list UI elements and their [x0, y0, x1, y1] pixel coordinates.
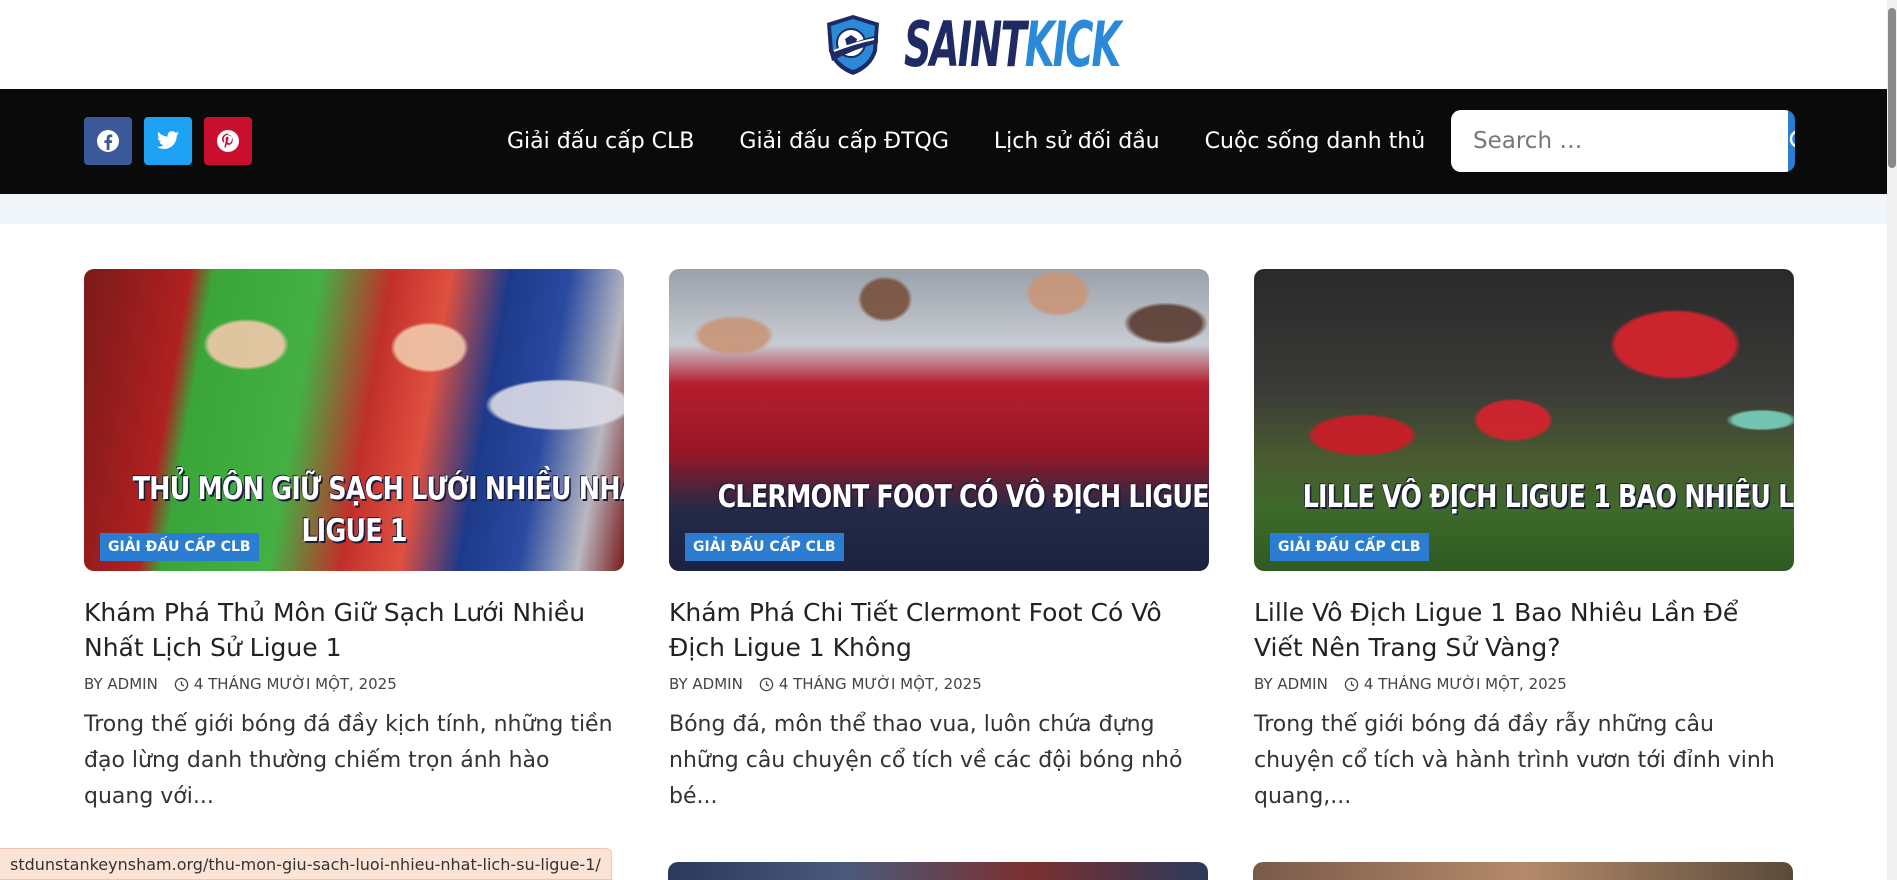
- post-title[interactable]: Khám Phá Chi Tiết Clermont Foot Có Vô Đị…: [669, 595, 1209, 665]
- search-button[interactable]: [1788, 110, 1795, 172]
- facebook-button[interactable]: [84, 117, 132, 165]
- category-badge[interactable]: GIẢI ĐẤU CẤP CLB: [685, 533, 844, 561]
- post-meta: BY ADMIN 4 THÁNG MƯỜI MỘT, 2025: [669, 675, 1209, 693]
- search-form: [1451, 110, 1795, 172]
- post-meta: BY ADMIN 4 THÁNG MƯỜI MỘT, 2025: [84, 675, 624, 693]
- post-thumbnail[interactable]: THỦ MÔN GIỮ SẠCH LƯỚI NHIỀU NHẤT LỊCH SỬ…: [84, 269, 624, 571]
- post-date-text: 4 THÁNG MƯỜI MỘT, 2025: [1363, 675, 1567, 693]
- post-thumbnail[interactable]: LILLE VÔ ĐỊCH LIGUE 1 BAO NHIÊU LẦN GIẢI…: [1254, 269, 1794, 571]
- post-title[interactable]: Khám Phá Thủ Môn Giữ Sạch Lưới Nhiều Nhấ…: [84, 595, 624, 665]
- post-card: CLERMONT FOOT CÓ VÔ ĐỊCH LIGUE 1 KHÔNG G…: [669, 269, 1209, 815]
- post-excerpt: Trong thế giới bóng đá đầy rẫy những câu…: [1254, 712, 1775, 809]
- post-author[interactable]: BY ADMIN: [669, 675, 743, 693]
- image-caption: LILLE VÔ ĐỊCH LIGUE 1 BAO NHIÊU LẦN: [1302, 479, 1794, 516]
- menu-item-head-to-head[interactable]: Lịch sử đối đầu: [994, 129, 1160, 154]
- post-card: LILLE VÔ ĐỊCH LIGUE 1 BAO NHIÊU LẦN GIẢI…: [1254, 269, 1794, 815]
- site-logo[interactable]: SAINTKICK: [824, 7, 1121, 81]
- clock-icon: [1344, 677, 1359, 691]
- post-card: THỦ MÔN GIỮ SẠCH LƯỚI NHIỀU NHẤT LỊCH SỬ…: [84, 269, 624, 815]
- post-date: 4 THÁNG MƯỜI MỘT, 2025: [1344, 675, 1567, 693]
- post-image-overlay: [1254, 269, 1794, 571]
- menu-item-club-tournaments[interactable]: Giải đấu cấp CLB: [507, 129, 694, 154]
- category-badge[interactable]: GIẢI ĐẤU CẤP CLB: [1270, 533, 1429, 561]
- menu-item-legend-life[interactable]: Cuộc sống danh thủ: [1205, 129, 1426, 154]
- content-top-strip: [0, 194, 1897, 224]
- search-input[interactable]: [1451, 110, 1788, 172]
- facebook-icon: [97, 130, 119, 152]
- post-date-text: 4 THÁNG MƯỜI MỘT, 2025: [778, 675, 982, 693]
- scrollbar-thumb[interactable]: [1888, 8, 1896, 168]
- post-excerpt: Trong thế giới bóng đá đầy kịch tính, nh…: [84, 712, 613, 809]
- pinterest-icon: [217, 130, 239, 152]
- menu-item-national-tournaments[interactable]: Giải đấu cấp ĐTQG: [739, 129, 949, 154]
- main-navbar: Giải đấu cấp CLB Giải đấu cấp ĐTQG Lịch …: [0, 89, 1897, 194]
- clock-icon: [174, 677, 189, 691]
- soccer-shield-icon: [826, 14, 879, 75]
- next-post-thumbnail-partial[interactable]: [1253, 862, 1793, 880]
- image-caption: CLERMONT FOOT CÓ VÔ ĐỊCH LIGUE 1 KHÔNG: [717, 479, 1209, 516]
- post-grid: THỦ MÔN GIỮ SẠCH LƯỚI NHIỀU NHẤT LỊCH SỬ…: [84, 269, 1794, 815]
- post-author[interactable]: BY ADMIN: [84, 675, 158, 693]
- primary-menu: Giải đấu cấp CLB Giải đấu cấp ĐTQG Lịch …: [507, 89, 1425, 194]
- site-header: SAINTKICK: [0, 0, 1897, 89]
- twitter-icon: [157, 131, 179, 149]
- category-badge[interactable]: GIẢI ĐẤU CẤP CLB: [100, 533, 259, 561]
- clock-icon: [759, 677, 774, 691]
- search-icon: [1789, 130, 1795, 148]
- page-scrollbar[interactable]: [1887, 0, 1897, 880]
- pinterest-button[interactable]: [204, 117, 252, 165]
- next-post-thumbnail-partial[interactable]: [668, 862, 1208, 880]
- post-meta: BY ADMIN 4 THÁNG MƯỜI MỘT, 2025: [1254, 675, 1794, 693]
- post-date-text: 4 THÁNG MƯỜI MỘT, 2025: [193, 675, 397, 693]
- post-author[interactable]: BY ADMIN: [1254, 675, 1328, 693]
- post-image-overlay: [669, 269, 1209, 571]
- twitter-button[interactable]: [144, 117, 192, 165]
- link-preview-status-bar: stdunstankeynsham.org/thu-mon-giu-sach-l…: [0, 848, 612, 880]
- post-thumbnail[interactable]: CLERMONT FOOT CÓ VÔ ĐỊCH LIGUE 1 KHÔNG G…: [669, 269, 1209, 571]
- post-excerpt: Bóng đá, môn thể thao vua, luôn chứa đựn…: [669, 712, 1183, 809]
- post-title[interactable]: Lille Vô Địch Ligue 1 Bao Nhiêu Lần Để V…: [1254, 595, 1794, 665]
- logo-wordmark: SAINTKICK: [903, 7, 1121, 81]
- post-date: 4 THÁNG MƯỜI MỘT, 2025: [759, 675, 982, 693]
- social-links: [84, 117, 252, 165]
- post-date: 4 THÁNG MƯỜI MỘT, 2025: [174, 675, 397, 693]
